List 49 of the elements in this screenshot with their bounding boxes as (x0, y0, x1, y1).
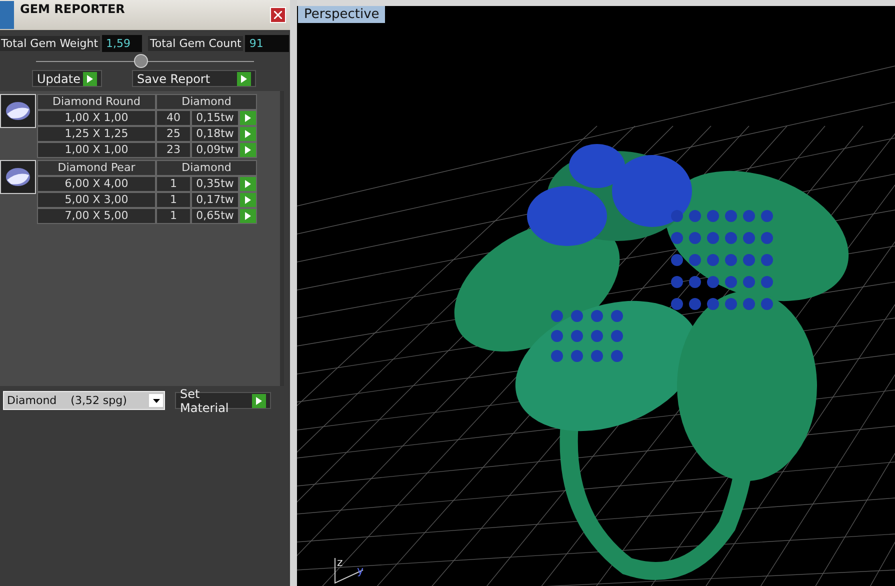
gem-size: 1,25 X 1,25 (37, 126, 156, 142)
gem-count: 1 (156, 192, 191, 208)
stat-value: 1,59 (102, 35, 142, 52)
gem-name: Diamond Pear (37, 160, 156, 176)
gem-count: 1 (156, 208, 191, 224)
gem-weight: 0,18tw (191, 126, 239, 142)
select-button[interactable] (239, 192, 257, 208)
gem-weight: 0,17tw (191, 192, 239, 208)
play-icon (256, 396, 262, 404)
select-button[interactable] (239, 126, 257, 142)
gem-weight: 0,09tw (191, 142, 239, 158)
gem-material: Diamond (156, 94, 257, 110)
gem-size: 1,00 X 1,00 (37, 142, 156, 158)
select-button[interactable] (239, 176, 257, 192)
window-title: GEM REPORTER (20, 2, 126, 16)
dropdown-arrow-icon (152, 398, 160, 402)
gem-weight: 0,15tw (191, 110, 239, 126)
app-icon (0, 1, 14, 29)
viewport-label: Perspective (298, 6, 386, 23)
gem-material: Diamond (156, 160, 257, 176)
stat-label: Total Gem Count (148, 36, 244, 51)
play-icon (87, 74, 93, 82)
gem-weight: 0,65tw (191, 208, 239, 224)
gem-size: 5,00 X 3,00 (37, 192, 156, 208)
select-button[interactable] (239, 110, 257, 126)
axis-icon (333, 558, 365, 584)
stat-label: Total Gem Weight (0, 36, 100, 51)
gem-weight: 0,35tw (191, 176, 239, 192)
collapse-handle[interactable] (134, 54, 148, 68)
gem-icon (0, 160, 36, 194)
gem-count: 1 (156, 176, 191, 192)
gem-size: 6,00 X 4,00 (37, 176, 156, 192)
gem-count: 40 (156, 110, 191, 126)
gem-name: Diamond Round (37, 94, 156, 110)
gem-count: 25 (156, 126, 191, 142)
action-button[interactable]: Save Report (132, 70, 256, 87)
select-button[interactable] (239, 208, 257, 224)
close-button[interactable] (270, 7, 286, 23)
select-button[interactable] (239, 142, 257, 158)
play-icon (241, 74, 247, 82)
material-dropdown[interactable]: Diamond (3,52 spg) (3, 391, 165, 410)
stat-value: 91 (245, 35, 290, 52)
gem-size: 1,00 X 1,00 (37, 110, 156, 126)
gem-size: 7,00 X 5,00 (37, 208, 156, 224)
gem-icon (0, 94, 36, 128)
axis-label: z (337, 556, 343, 569)
action-button[interactable]: Update (32, 70, 102, 87)
close-icon (274, 11, 282, 19)
gem-count: 23 (156, 142, 191, 158)
